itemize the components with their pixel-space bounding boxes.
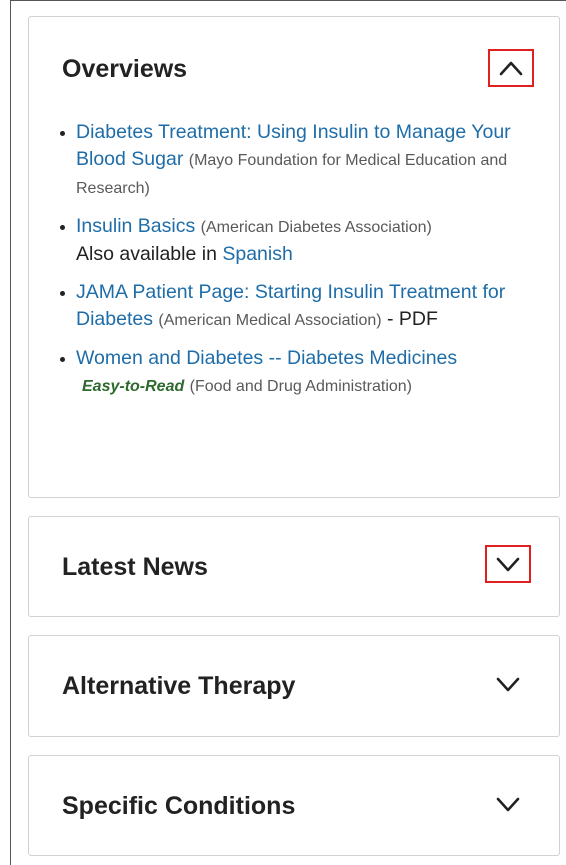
item-source: (American Diabetes Association)	[200, 219, 432, 236]
accordion-specific-conditions: Specific Conditions	[28, 755, 560, 856]
alternative-therapy-expand-button[interactable]	[487, 667, 533, 705]
accordion-latest-news: Latest News	[28, 516, 560, 617]
latest-news-title[interactable]: Latest News	[62, 552, 208, 582]
list-item: Insulin Basics (American Diabetes Associ…	[60, 213, 530, 268]
accordion-overviews: Overviews Diabetes Treatment: Using Insu…	[28, 16, 560, 498]
accordion-alternative-therapy: Alternative Therapy	[28, 635, 560, 737]
link-women-and-diabetes[interactable]: Women and Diabetes -- Diabetes Medicines	[76, 347, 457, 369]
list-item: Diabetes Treatment: Using Insulin to Man…	[60, 119, 530, 202]
overviews-title[interactable]: Overviews	[62, 54, 187, 84]
link-spanish[interactable]: Spanish	[222, 243, 292, 265]
also-available-label: Also available in	[76, 243, 217, 265]
alternative-therapy-title[interactable]: Alternative Therapy	[62, 671, 295, 701]
list-item: JAMA Patient Page: Starting Insulin Trea…	[60, 279, 530, 334]
overviews-collapse-button[interactable]	[488, 49, 534, 87]
link-insulin-basics[interactable]: Insulin Basics	[76, 215, 195, 237]
specific-conditions-expand-button[interactable]	[487, 787, 533, 825]
pdf-label: - PDF	[387, 308, 438, 330]
overviews-list: Diabetes Treatment: Using Insulin to Man…	[60, 119, 530, 411]
item-source: (American Medical Association)	[158, 312, 382, 329]
chevron-down-icon	[496, 557, 520, 572]
item-source: (Food and Drug Administration)	[189, 378, 412, 395]
chevron-down-icon	[496, 677, 520, 692]
chevron-down-icon	[496, 797, 520, 812]
easy-to-read-badge: Easy-to-Read	[82, 378, 185, 395]
specific-conditions-title[interactable]: Specific Conditions	[62, 791, 295, 821]
list-item: Women and Diabetes -- Diabetes Medicines…	[60, 345, 530, 400]
chevron-up-icon	[499, 61, 523, 76]
latest-news-expand-button[interactable]	[485, 545, 531, 583]
